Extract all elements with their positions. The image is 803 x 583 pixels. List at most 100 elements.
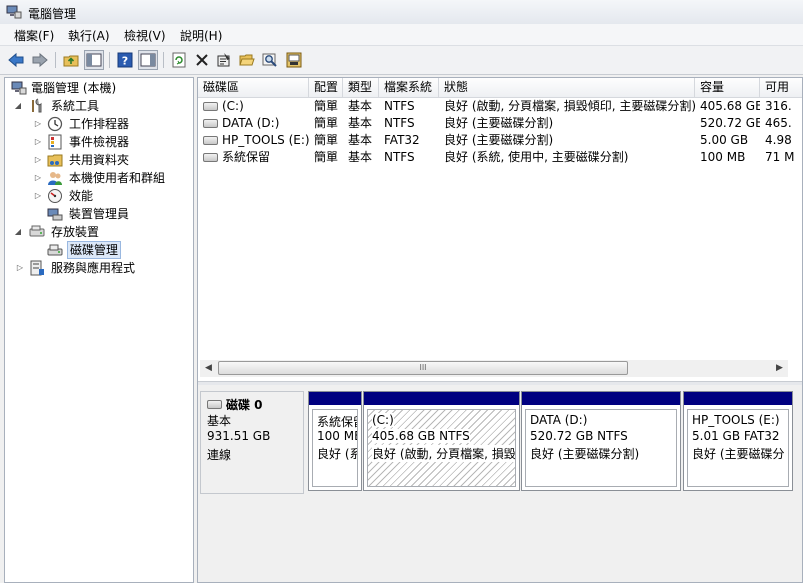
delete-icon[interactable] (192, 50, 212, 70)
layout-cell: 簡單 (314, 150, 339, 164)
partition-body: HP_TOOLS (E:) 5.01 GB FAT32 良好 (主要磁碟分 (687, 409, 789, 487)
tree-label: 系統工具 (51, 99, 100, 113)
capacity-cell: 100 MB (700, 150, 746, 164)
event-viewer-icon (48, 134, 62, 150)
navigation-tree: 電腦管理 (本機) ◢ 系統工具 ▷ 工作排程器 ▷ 事件檢視器 ▷ 共用資料夾… (4, 77, 194, 583)
forward-icon[interactable] (30, 50, 50, 70)
table-row[interactable]: (C:) 簡單 基本 NTFS 良好 (啟動, 分頁檔案, 損毀傾印, 主要磁碟… (198, 98, 802, 115)
column-header-free[interactable]: 可用 (760, 78, 802, 97)
partition-name: 系統保留 (317, 415, 357, 429)
menu-help[interactable]: 說明(H) (178, 27, 224, 44)
tree-item-disk-management[interactable]: 磁碟管理 (7, 241, 191, 259)
collapsed-arrow-icon[interactable]: ▷ (33, 151, 43, 169)
type-cell: 基本 (348, 133, 373, 147)
tree-item-event-viewer[interactable]: ▷ 事件檢視器 (7, 133, 191, 151)
free-cell: 316. (765, 99, 792, 113)
volume-name-cell: HP_TOOLS (E:) (198, 132, 309, 149)
tree-item-local-users[interactable]: ▷ 本機使用者和群組 (7, 169, 191, 187)
column-header-type[interactable]: 類型 (343, 78, 379, 97)
storage-icon (29, 225, 45, 237)
scroll-left-icon[interactable]: ◀ (200, 360, 217, 377)
column-header-capacity[interactable]: 容量 (695, 78, 760, 97)
collapsed-arrow-icon[interactable]: ▷ (33, 187, 43, 205)
tree-item-task-scheduler[interactable]: ▷ 工作排程器 (7, 115, 191, 133)
disk-name: 磁碟 0 (226, 398, 263, 412)
collapsed-arrow-icon[interactable]: ▷ (33, 133, 43, 151)
tree-item-storage[interactable]: ◢ 存放裝置 (7, 223, 191, 241)
menu-file[interactable]: 檔案(F) (12, 27, 56, 44)
status-cell: 良好 (啟動, 分頁檔案, 損毀傾印, 主要磁碟分割) (444, 99, 695, 113)
menu-view[interactable]: 檢視(V) (122, 27, 168, 44)
tree-item-device-manager[interactable]: 裝置管理員 (7, 205, 191, 223)
table-row[interactable]: 系統保留 簡單 基本 NTFS 良好 (系統, 使用中, 主要磁碟分割) 100… (198, 149, 802, 166)
menu-action[interactable]: 執行(A) (66, 27, 112, 44)
show-hide-action-pane-icon[interactable] (138, 50, 158, 70)
up-folder-icon[interactable] (61, 50, 81, 70)
open-icon[interactable] (237, 50, 257, 70)
scroll-right-icon[interactable]: ▶ (771, 360, 788, 377)
partition-system-reserved[interactable]: 系統保留 100 MB 良好 (系 (308, 391, 362, 491)
search-icon[interactable] (260, 50, 280, 70)
partition-size: 520.72 GB NTFS (530, 429, 628, 443)
horizontal-scrollbar[interactable]: ◀ III ▶ (200, 360, 788, 377)
disk-0-info[interactable]: 磁碟 0 基本 931.51 GB 連線 (200, 391, 304, 494)
filesystem-cell: FAT32 (384, 133, 420, 147)
properties-icon[interactable] (214, 50, 234, 70)
tree-item-performance[interactable]: ▷ 效能 (7, 187, 191, 205)
type-cell: 基本 (348, 99, 373, 113)
partition-e[interactable]: HP_TOOLS (E:) 5.01 GB FAT32 良好 (主要磁碟分 (683, 391, 793, 491)
status-cell: 良好 (主要磁碟分割) (444, 116, 554, 130)
tree-item-services-applications[interactable]: ▷ 服務與應用程式 (7, 259, 191, 277)
tree-item-computer-management[interactable]: 電腦管理 (本機) (7, 79, 191, 97)
filesystem-cell: NTFS (384, 116, 415, 130)
capacity-cell: 520.72 GB (700, 116, 760, 130)
type-cell: 基本 (348, 150, 373, 164)
column-header-filesystem[interactable]: 檔案系統 (379, 78, 439, 97)
partition-size: 5.01 GB FAT32 (692, 429, 780, 443)
volume-name-cell: (C:) (198, 98, 309, 115)
help-icon[interactable]: ? (115, 50, 135, 70)
collapsed-arrow-icon[interactable]: ▷ (33, 115, 43, 133)
partition-bar (522, 392, 680, 405)
column-header-volume[interactable]: 磁碟區 (198, 78, 309, 97)
performance-icon (48, 189, 62, 203)
toolbar-separator (109, 52, 110, 68)
toolbar: ? (0, 46, 803, 75)
tree-label: 存放裝置 (51, 225, 100, 239)
scrollbar-thumb[interactable]: III (218, 361, 628, 375)
capacity-cell: 5.00 GB (700, 133, 749, 147)
partition-c[interactable]: (C:) 405.68 GB NTFS 良好 (啟動, 分頁檔案, 損毀 (363, 391, 520, 491)
collapsed-arrow-icon[interactable]: ▷ (33, 169, 43, 187)
refresh-icon[interactable] (169, 50, 189, 70)
tree-item-system-tools[interactable]: ◢ 系統工具 (7, 97, 191, 115)
computer-management-icon (11, 81, 27, 95)
clock-icon (47, 116, 63, 132)
disk-icon (207, 400, 222, 409)
tree-label: 共用資料夾 (69, 153, 130, 167)
expanded-arrow-icon[interactable]: ◢ (13, 97, 23, 115)
show-hide-tree-icon[interactable] (84, 50, 104, 70)
services-icon (30, 260, 44, 276)
column-header-layout[interactable]: 配置 (309, 78, 343, 97)
free-cell: 71 M (765, 150, 795, 164)
table-row[interactable]: DATA (D:) 簡單 基本 NTFS 良好 (主要磁碟分割) 520.72 … (198, 115, 802, 132)
table-row[interactable]: HP_TOOLS (E:) 簡單 基本 FAT32 良好 (主要磁碟分割) 5.… (198, 132, 802, 149)
partition-d[interactable]: DATA (D:) 520.72 GB NTFS 良好 (主要磁碟分割) (521, 391, 681, 491)
partition-body: (C:) 405.68 GB NTFS 良好 (啟動, 分頁檔案, 損毀 (367, 409, 516, 487)
tree-item-shared-folders[interactable]: ▷ 共用資料夾 (7, 151, 191, 169)
layout-cell: 簡單 (314, 99, 339, 113)
expanded-arrow-icon[interactable]: ◢ (13, 223, 23, 241)
collapsed-arrow-icon[interactable]: ▷ (15, 259, 25, 277)
volume-icon (203, 136, 218, 145)
capacity-cell: 405.68 GB (700, 99, 760, 113)
tree-label: 工作排程器 (69, 117, 130, 131)
disk-title: 磁碟 0 (207, 396, 263, 413)
back-icon[interactable] (6, 50, 26, 70)
partition-name: HP_TOOLS (E:) (692, 413, 780, 427)
partition-status: 良好 (系 (317, 447, 358, 461)
tools-icon (32, 98, 42, 113)
layout-cell: 簡單 (314, 116, 339, 130)
partition-bar (364, 392, 519, 405)
rescan-icon[interactable] (284, 50, 304, 70)
column-header-status[interactable]: 狀態 (439, 78, 695, 97)
